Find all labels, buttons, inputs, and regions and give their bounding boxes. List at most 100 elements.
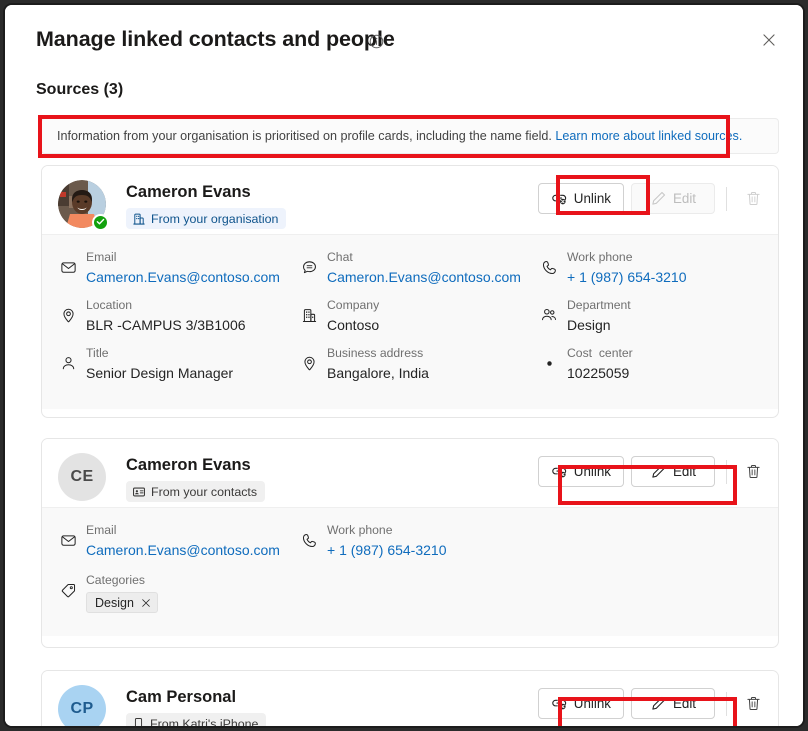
dialog-surface: Manage linked contacts and people Source…: [5, 5, 803, 726]
unlink-button-label: Unlink: [574, 191, 611, 206]
field-value: Design: [567, 315, 631, 335]
field-value[interactable]: Cameron.Evans@contoso.com: [86, 540, 280, 560]
field-label: Work phone: [567, 249, 686, 266]
source-card-details: EmailCameron.Evans@contoso.com Work phone…: [42, 507, 778, 636]
unlink-icon: [551, 695, 568, 712]
field-value[interactable]: Cameron.Evans@contoso.com: [86, 267, 280, 287]
edit-button-label: Edit: [673, 696, 696, 711]
source-card-details: EmailCameron.Evans@contoso.comChatCamero…: [42, 234, 778, 409]
source-card: CECameron EvansFrom your contactsUnlinkE…: [41, 438, 779, 648]
field-text: Cost center10225059: [567, 345, 633, 383]
device-icon: [132, 717, 145, 726]
detail-field: CategoriesDesign: [59, 572, 158, 613]
checkmark-icon: [95, 214, 106, 232]
source-card-header: CECameron EvansFrom your contactsUnlinkE…: [42, 439, 778, 507]
mail-icon: [59, 531, 77, 549]
detail-field: Work phone+ 1 (987) 654-3210: [540, 249, 686, 287]
close-button[interactable]: [753, 25, 785, 57]
mail-icon: [59, 258, 77, 276]
edit-button[interactable]: Edit: [631, 688, 715, 719]
source-card: CP Cam Personal From Katri's iPhone Unlink E…: [41, 670, 779, 726]
delete-button[interactable]: [738, 457, 768, 487]
phone-icon: [540, 258, 558, 276]
category-chip-label: Design: [95, 596, 134, 610]
info-circle-icon[interactable]: [369, 34, 384, 49]
avatar: CE: [58, 453, 106, 501]
field-text: Work phone+ 1 (987) 654-3210: [327, 522, 446, 560]
field-text: EmailCameron.Evans@contoso.com: [86, 249, 280, 287]
field-text: DepartmentDesign: [567, 297, 631, 335]
field-value[interactable]: + 1 (987) 654-3210: [327, 540, 446, 560]
field-value[interactable]: + 1 (987) 654-3210: [567, 267, 686, 287]
field-text: Business addressBangalore, India: [327, 345, 429, 383]
field-value: Contoso: [327, 315, 379, 335]
sources-heading: Sources (3): [36, 81, 123, 99]
field-label: Department: [567, 297, 631, 314]
delete-button[interactable]: [738, 689, 768, 719]
field-value: BLR -CAMPUS 3/3B1006: [86, 315, 246, 335]
person-icon: [59, 354, 77, 372]
source-badge: From your contacts: [126, 481, 265, 502]
contact-card-icon: [132, 485, 146, 499]
field-value: Senior Design Manager: [86, 363, 233, 383]
trash-icon: [745, 695, 762, 712]
edit-button: Edit: [631, 183, 715, 214]
field-label: Location: [86, 297, 246, 314]
avatar: CP: [58, 685, 106, 726]
field-label: Business address: [327, 345, 429, 362]
detail-field: Work phone+ 1 (987) 654-3210: [300, 522, 446, 560]
field-text: CategoriesDesign: [86, 572, 158, 613]
field-label: Email: [86, 249, 280, 266]
action-divider: [726, 187, 727, 211]
unlink-icon: [551, 190, 568, 207]
dialog-window: Manage linked contacts and people Source…: [3, 3, 805, 728]
unlink-button-label: Unlink: [574, 464, 611, 479]
contact-name: Cam Personal: [126, 688, 236, 707]
edit-button[interactable]: Edit: [631, 456, 715, 487]
dialog-header: Manage linked contacts and people: [5, 5, 803, 67]
trash-icon: [745, 463, 762, 480]
building-icon: [300, 306, 318, 324]
edit-button-label: Edit: [673, 464, 696, 479]
pencil-icon: [650, 695, 667, 712]
pencil-icon: [650, 190, 667, 207]
unlink-button[interactable]: Unlink: [538, 456, 624, 487]
field-label: Cost center: [567, 345, 633, 362]
field-text: Work phone+ 1 (987) 654-3210: [567, 249, 686, 287]
field-text: TitleSenior Design Manager: [86, 345, 233, 383]
source-badge-label: From your organisation: [151, 212, 278, 226]
source-card: Cameron EvansFrom your organisationUnlin…: [41, 165, 779, 418]
source-badge-label: From Katri's iPhone: [150, 717, 258, 727]
field-label: Email: [86, 522, 280, 539]
avatar-initials: CP: [70, 700, 93, 718]
close-icon[interactable]: [141, 598, 151, 608]
field-text: CompanyContoso: [327, 297, 379, 335]
field-label: Company: [327, 297, 379, 314]
source-badge: From Katri's iPhone: [126, 713, 266, 726]
detail-field: ChatCameron.Evans@contoso.com: [300, 249, 521, 287]
unlink-button[interactable]: Unlink: [538, 688, 624, 719]
tag-icon: [59, 581, 77, 599]
pencil-icon: [650, 463, 667, 480]
detail-field: EmailCameron.Evans@contoso.com: [59, 249, 280, 287]
dot-icon: [540, 354, 558, 372]
field-label: Title: [86, 345, 233, 362]
presence-available-badge: [92, 214, 109, 231]
field-text: ChatCameron.Evans@contoso.com: [327, 249, 521, 287]
detail-field: LocationBLR -CAMPUS 3/3B1006: [59, 297, 246, 335]
learn-more-link[interactable]: Learn more about linked sources.: [555, 129, 742, 143]
category-chip[interactable]: Design: [86, 592, 158, 613]
detail-field: DepartmentDesign: [540, 297, 631, 335]
field-label: Work phone: [327, 522, 446, 539]
trash-icon: [745, 190, 762, 207]
action-divider: [726, 692, 727, 716]
chat-icon: [300, 258, 318, 276]
detail-field: EmailCameron.Evans@contoso.com: [59, 522, 280, 560]
field-value[interactable]: Cameron.Evans@contoso.com: [327, 267, 521, 287]
field-text: EmailCameron.Evans@contoso.com: [86, 522, 280, 560]
unlink-icon: [551, 463, 568, 480]
detail-field: Cost center10225059: [540, 345, 633, 383]
unlink-button[interactable]: Unlink: [538, 183, 624, 214]
source-card-header: CP Cam Personal From Katri's iPhone Unlink E…: [42, 671, 778, 726]
card-actions: Unlink Edit: [538, 456, 768, 487]
